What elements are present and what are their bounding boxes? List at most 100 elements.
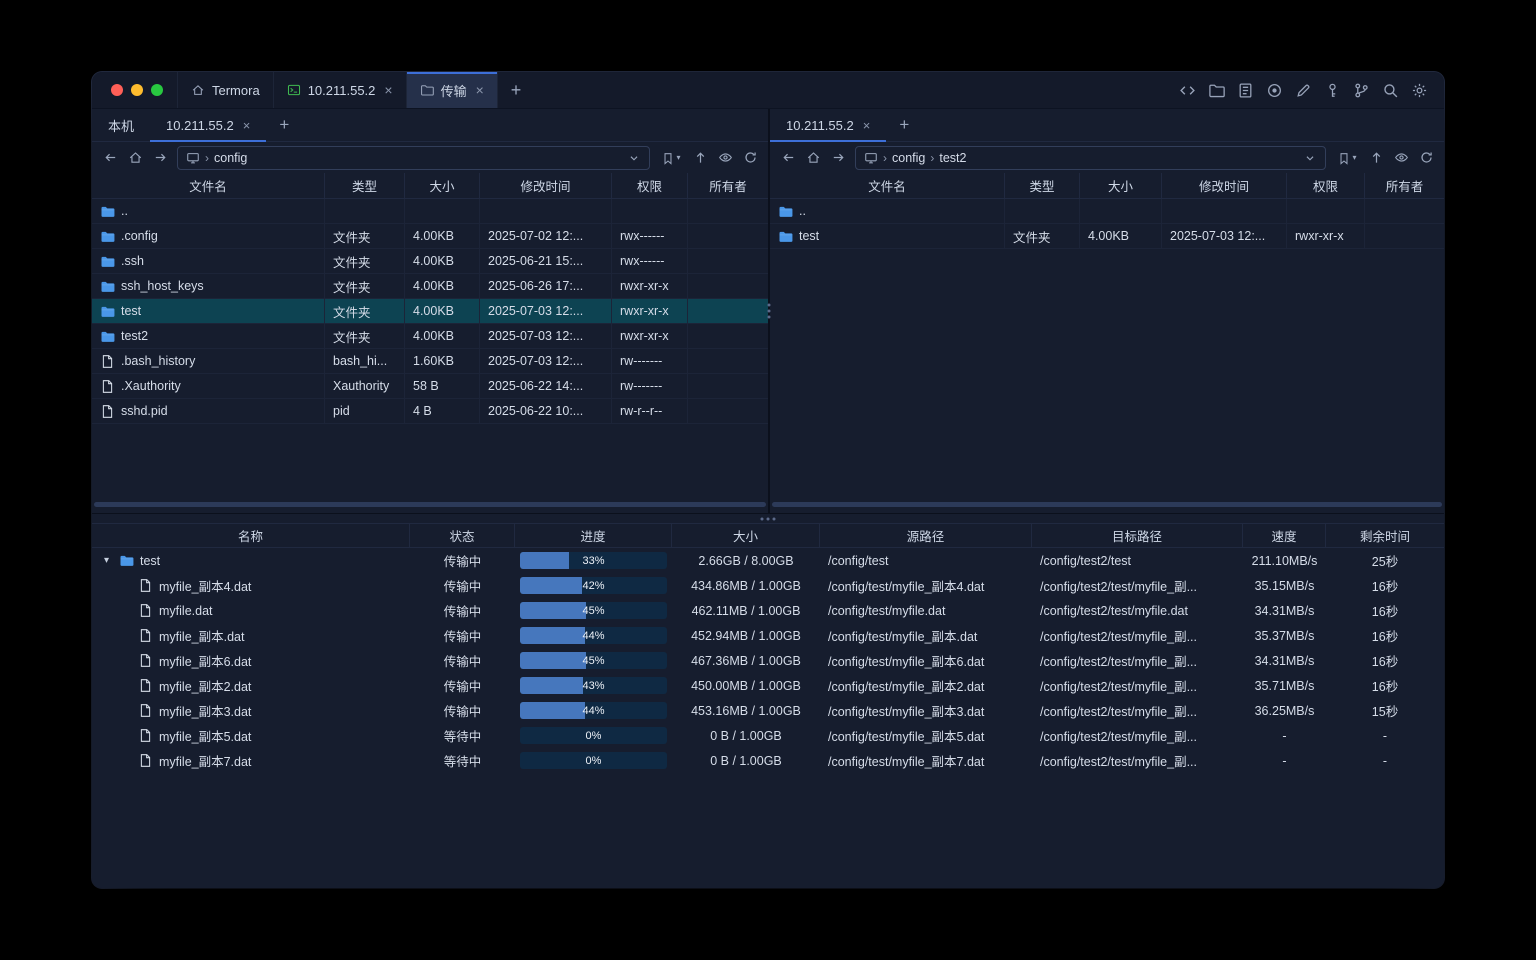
vertical-splitter[interactable] xyxy=(768,109,770,513)
macro-record-icon[interactable] xyxy=(1266,82,1283,99)
file-row[interactable]: .ssh文件夹4.00KB2025-06-21 15:...rwx------ xyxy=(92,249,768,274)
zoom-window-button[interactable] xyxy=(151,84,163,96)
column-header-name[interactable]: 名称 xyxy=(92,524,410,547)
column-header-owner[interactable]: 所有者 xyxy=(688,173,768,198)
tab-termora-home[interactable]: Termora xyxy=(177,72,274,108)
file-row[interactable]: sshd.pidpid4 B2025-06-22 10:...rw-r--r-- xyxy=(92,399,768,424)
column-header-speed[interactable]: 速度 xyxy=(1243,524,1326,547)
edit-icon[interactable] xyxy=(1295,82,1312,99)
refresh-button[interactable] xyxy=(1414,146,1438,170)
column-header-filename[interactable]: 文件名 xyxy=(92,173,325,198)
column-header-mtime[interactable]: 修改时间 xyxy=(1162,173,1287,198)
close-window-button[interactable] xyxy=(111,84,123,96)
transfer-row[interactable]: myfile_副本4.dat传输中42%434.86MB / 1.00GB/co… xyxy=(92,573,1444,598)
column-header-progress[interactable]: 进度 xyxy=(515,524,672,547)
breadcrumb-segment-config[interactable]: config xyxy=(892,151,925,165)
file-owner-cell xyxy=(1365,199,1444,223)
branch-icon[interactable] xyxy=(1353,82,1370,99)
bookmark-button[interactable]: ▾ xyxy=(1331,146,1363,170)
file-row[interactable]: test文件夹4.00KB2025-07-03 12:...rwxr-xr-x xyxy=(92,299,768,324)
file-size-cell: 4.00KB xyxy=(405,274,480,298)
transfer-row[interactable]: myfile_副本.dat传输中44%452.94MB / 1.00GB/con… xyxy=(92,623,1444,648)
close-tab-icon[interactable]: × xyxy=(476,83,484,97)
column-header-owner[interactable]: 所有者 xyxy=(1365,173,1444,198)
transfer-row[interactable]: myfile_副本6.dat传输中45%467.36MB / 1.00GB/co… xyxy=(92,648,1444,673)
parent-directory-button[interactable] xyxy=(688,146,712,170)
tab-ssh-session[interactable]: 10.211.55.2 × xyxy=(274,72,407,108)
column-header-source-path[interactable]: 源路径 xyxy=(820,524,1032,547)
file-row[interactable]: .. xyxy=(92,199,768,224)
horizontal-scrollbar[interactable] xyxy=(772,502,1442,507)
column-header-mtime[interactable]: 修改时间 xyxy=(480,173,612,198)
tab-remote-host[interactable]: 10.211.55.2 × xyxy=(770,109,886,141)
code-snippets-icon[interactable] xyxy=(1179,82,1196,99)
home-button[interactable] xyxy=(123,146,147,170)
transfer-status-cell: 传输中 xyxy=(410,673,515,698)
refresh-button[interactable] xyxy=(738,146,762,170)
log-icon[interactable] xyxy=(1237,82,1254,99)
transfer-speed-cell: 34.31MB/s xyxy=(1243,598,1326,623)
column-header-perm[interactable]: 权限 xyxy=(612,173,688,198)
tab-remote-host[interactable]: 10.211.55.2 × xyxy=(150,109,266,141)
close-tab-icon[interactable]: × xyxy=(384,83,392,97)
file-row[interactable]: test文件夹4.00KB2025-07-03 12:...rwxr-xr-x xyxy=(770,224,1444,249)
column-header-status[interactable]: 状态 xyxy=(410,524,515,547)
collapse-chevron-icon[interactable]: ▾ xyxy=(100,555,113,566)
column-header-type[interactable]: 类型 xyxy=(1005,173,1080,198)
horizontal-scrollbar[interactable] xyxy=(94,502,766,507)
transfer-row[interactable]: ▾test传输中33%2.66GB / 8.00GB/config/test/c… xyxy=(92,548,1444,573)
column-header-eta[interactable]: 剩余时间 xyxy=(1326,524,1444,547)
column-header-filename[interactable]: 文件名 xyxy=(770,173,1005,198)
key-manager-icon[interactable] xyxy=(1324,82,1341,99)
sftp-folder-icon[interactable] xyxy=(1208,82,1225,99)
bookmark-button[interactable]: ▾ xyxy=(655,146,687,170)
close-tab-icon[interactable]: × xyxy=(863,119,871,132)
file-row[interactable]: ssh_host_keys文件夹4.00KB2025-06-26 17:...r… xyxy=(92,274,768,299)
left-breadcrumb[interactable]: › config xyxy=(177,146,650,170)
new-tab-button[interactable]: + xyxy=(498,72,535,108)
chevron-down-icon[interactable] xyxy=(627,151,641,165)
column-header-size[interactable]: 大小 xyxy=(1080,173,1162,198)
transfer-row[interactable]: myfile_副本5.dat等待中0%0 B / 1.00GB/config/t… xyxy=(92,723,1444,748)
transfer-size-cell: 462.11MB / 1.00GB xyxy=(672,598,820,623)
close-tab-icon[interactable]: × xyxy=(243,119,251,132)
transfer-row[interactable]: myfile.dat传输中45%462.11MB / 1.00GB/config… xyxy=(92,598,1444,623)
column-header-type[interactable]: 类型 xyxy=(325,173,405,198)
file-row[interactable]: .bash_historybash_hi...1.60KB2025-07-03 … xyxy=(92,349,768,374)
file-row[interactable]: .XauthorityXauthority58 B2025-06-22 14:.… xyxy=(92,374,768,399)
file-icon xyxy=(138,653,153,668)
file-row[interactable]: .config文件夹4.00KB2025-07-02 12:...rwx----… xyxy=(92,224,768,249)
back-button[interactable] xyxy=(98,146,122,170)
column-header-size[interactable]: 大小 xyxy=(672,524,820,547)
column-header-perm[interactable]: 权限 xyxy=(1287,173,1365,198)
new-panel-tab-button[interactable]: + xyxy=(266,109,302,141)
folder-icon xyxy=(778,229,793,244)
chevron-down-icon[interactable] xyxy=(1303,151,1317,165)
search-icon[interactable] xyxy=(1382,82,1399,99)
file-row[interactable]: .. xyxy=(770,199,1444,224)
horizontal-splitter[interactable] xyxy=(92,513,1444,523)
transfer-row[interactable]: myfile_副本2.dat传输中43%450.00MB / 1.00GB/co… xyxy=(92,673,1444,698)
progress-bar: 0% xyxy=(520,727,667,744)
forward-button[interactable] xyxy=(148,146,172,170)
tab-local-machine[interactable]: 本机 xyxy=(92,109,150,141)
breadcrumb-segment-test2[interactable]: test2 xyxy=(939,151,966,165)
home-button[interactable] xyxy=(801,146,825,170)
show-hidden-files-button[interactable] xyxy=(1389,146,1413,170)
transfer-row[interactable]: myfile_副本7.dat等待中0%0 B / 1.00GB/config/t… xyxy=(92,748,1444,773)
new-panel-tab-button[interactable]: + xyxy=(886,109,922,141)
tab-transfer[interactable]: 传输 × xyxy=(407,72,498,108)
file-name-label: test xyxy=(121,304,141,318)
column-header-size[interactable]: 大小 xyxy=(405,173,480,198)
forward-button[interactable] xyxy=(826,146,850,170)
transfer-row[interactable]: myfile_副本3.dat传输中44%453.16MB / 1.00GB/co… xyxy=(92,698,1444,723)
settings-icon[interactable] xyxy=(1411,82,1428,99)
back-button[interactable] xyxy=(776,146,800,170)
column-header-target-path[interactable]: 目标路径 xyxy=(1032,524,1243,547)
file-row[interactable]: test2文件夹4.00KB2025-07-03 12:...rwxr-xr-x xyxy=(92,324,768,349)
parent-directory-button[interactable] xyxy=(1364,146,1388,170)
right-breadcrumb[interactable]: › config › test2 xyxy=(855,146,1326,170)
breadcrumb-segment-config[interactable]: config xyxy=(214,151,247,165)
minimize-window-button[interactable] xyxy=(131,84,143,96)
show-hidden-files-button[interactable] xyxy=(713,146,737,170)
